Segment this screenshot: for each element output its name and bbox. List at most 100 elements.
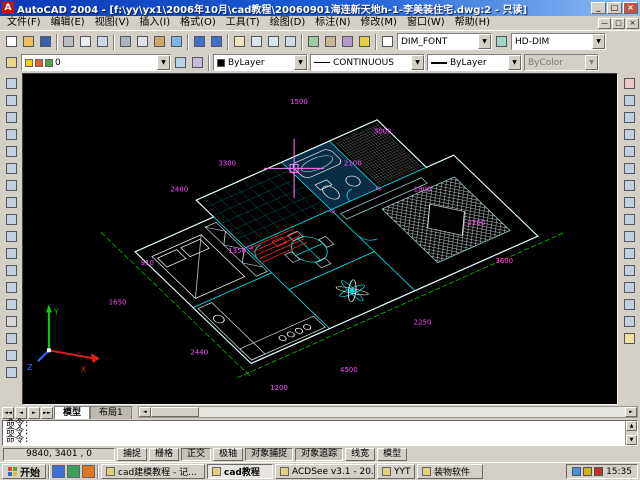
task-button-0[interactable]: cad建模教程 - 记...	[101, 464, 205, 479]
stretch-icon[interactable]	[621, 211, 638, 228]
chevron-down-icon[interactable]: ▼	[157, 55, 170, 70]
task-button-2[interactable]: ACDSee v3.1 - 20...	[275, 464, 375, 479]
media-player-icon[interactable]	[82, 465, 95, 478]
mdi-restore-button[interactable]: □	[612, 18, 625, 29]
command-scrollbar[interactable]: ▲ ▼	[625, 421, 637, 445]
status-toggle-6[interactable]: 线宽	[345, 448, 375, 461]
array-icon[interactable]	[621, 143, 638, 160]
chevron-down-icon[interactable]: ▼	[478, 34, 491, 49]
region-icon[interactable]	[3, 330, 20, 347]
offset-icon[interactable]	[621, 126, 638, 143]
multiline-text-icon[interactable]	[3, 364, 20, 381]
menu-item-9[interactable]: 窗口(W)	[402, 16, 450, 30]
menu-item-0[interactable]: 文件(F)	[2, 16, 46, 30]
drawing-canvas[interactable]: 2400330015002100180027003600910165024401…	[22, 73, 618, 405]
im-icon[interactable]	[583, 467, 592, 476]
scroll-right-icon[interactable]: ►	[625, 407, 637, 417]
mdi-close-button[interactable]: ×	[626, 18, 639, 29]
redo-icon[interactable]	[208, 33, 225, 50]
scroll-left-icon[interactable]: ◄	[139, 407, 151, 417]
arc-icon[interactable]	[3, 160, 20, 177]
extend-icon[interactable]	[621, 245, 638, 262]
rotate-icon[interactable]	[621, 177, 638, 194]
construction-line-icon[interactable]	[3, 92, 20, 109]
spline-icon[interactable]	[3, 211, 20, 228]
rectangle-icon[interactable]	[3, 143, 20, 160]
chevron-down-icon[interactable]: ▼	[508, 55, 521, 70]
scrollbar-thumb[interactable]	[151, 407, 199, 417]
lineweight-dropdown[interactable]: ByLayer ▼	[427, 54, 522, 71]
tab-layout1[interactable]: 布局1	[90, 406, 132, 419]
scroll-down-icon[interactable]: ▼	[626, 435, 637, 445]
match-properties-icon[interactable]	[168, 33, 185, 50]
zoom-previous-icon[interactable]	[282, 33, 299, 50]
plot-icon[interactable]	[60, 33, 77, 50]
fillet-icon[interactable]	[621, 313, 638, 330]
pan-icon[interactable]	[231, 33, 248, 50]
cut-icon[interactable]	[117, 33, 134, 50]
task-button-4[interactable]: 装物软件	[417, 464, 483, 479]
tab-prev-button[interactable]: ◄	[15, 407, 27, 419]
menu-item-5[interactable]: 工具(T)	[221, 16, 265, 30]
status-toggle-1[interactable]: 栅格	[149, 448, 179, 461]
layer-properties-manager-icon[interactable]	[3, 54, 20, 71]
menu-item-10[interactable]: 帮助(H)	[450, 16, 495, 30]
erase-icon[interactable]	[621, 75, 638, 92]
menu-item-4[interactable]: 格式(O)	[175, 16, 221, 30]
undo-icon[interactable]	[191, 33, 208, 50]
tab-last-button[interactable]: ►►	[41, 407, 53, 419]
copy-object-icon[interactable]	[621, 92, 638, 109]
scroll-up-icon[interactable]: ▲	[626, 421, 637, 431]
table-icon[interactable]	[3, 347, 20, 364]
chevron-down-icon[interactable]: ▼	[294, 55, 307, 70]
dim-style-icon[interactable]	[493, 33, 510, 50]
volume-icon[interactable]	[572, 467, 581, 476]
command-input[interactable]: 命令: 命令: 命令:	[3, 421, 625, 445]
hatch-icon[interactable]	[3, 313, 20, 330]
ellipse-arc-icon[interactable]	[3, 245, 20, 262]
zoom-window-icon[interactable]	[265, 33, 282, 50]
close-button[interactable]: ×	[623, 2, 638, 14]
properties-icon[interactable]	[305, 33, 322, 50]
task-button-3[interactable]: YYT	[377, 464, 415, 479]
status-toggle-5[interactable]: 对象追踪	[295, 448, 343, 461]
ellipse-icon[interactable]	[3, 228, 20, 245]
trim-icon[interactable]	[621, 228, 638, 245]
start-button[interactable]: 开始	[2, 464, 46, 479]
horizontal-scrollbar[interactable]: ◄ ►	[138, 406, 638, 418]
line-icon[interactable]	[3, 75, 20, 92]
make-object-layer-current-icon[interactable]	[172, 54, 189, 71]
task-button-1[interactable]: cad教程	[207, 464, 273, 479]
break-at-point-icon[interactable]	[621, 262, 638, 279]
revision-cloud-icon[interactable]	[3, 194, 20, 211]
menu-item-1[interactable]: 编辑(E)	[46, 16, 90, 30]
break-icon[interactable]	[621, 279, 638, 296]
status-toggle-7[interactable]: 模型	[377, 448, 407, 461]
save-icon[interactable]	[37, 33, 54, 50]
paste-icon[interactable]	[151, 33, 168, 50]
maximize-button[interactable]: □	[607, 2, 622, 14]
tab-next-button[interactable]: ►	[28, 407, 40, 419]
chevron-down-icon[interactable]: ▼	[411, 55, 424, 70]
status-toggle-0[interactable]: 捕捉	[117, 448, 147, 461]
color-dropdown[interactable]: ByLayer ▼	[213, 54, 308, 71]
circle-icon[interactable]	[3, 177, 20, 194]
menu-item-3[interactable]: 插入(I)	[134, 16, 175, 30]
menu-item-7[interactable]: 标注(N)	[310, 16, 355, 30]
minimize-button[interactable]: _	[591, 2, 606, 14]
linetype-dropdown[interactable]: CONTINUOUS ▼	[310, 54, 425, 71]
tab-model[interactable]: 模型	[54, 406, 90, 419]
dim-style-dropdown[interactable]: HD-DIM ▼	[511, 33, 606, 50]
copy-icon[interactable]	[134, 33, 151, 50]
antivirus-icon[interactable]	[594, 467, 603, 476]
show-desktop-icon[interactable]	[67, 465, 80, 478]
tool-palettes-icon[interactable]	[339, 33, 356, 50]
text-style-icon[interactable]	[379, 33, 396, 50]
print-preview-icon[interactable]	[77, 33, 94, 50]
layer-previous-icon[interactable]	[189, 54, 206, 71]
move-icon[interactable]	[621, 160, 638, 177]
status-toggle-3[interactable]: 极轴	[213, 448, 243, 461]
polygon-icon[interactable]	[3, 126, 20, 143]
scale-icon[interactable]	[621, 194, 638, 211]
help-icon[interactable]	[356, 33, 373, 50]
